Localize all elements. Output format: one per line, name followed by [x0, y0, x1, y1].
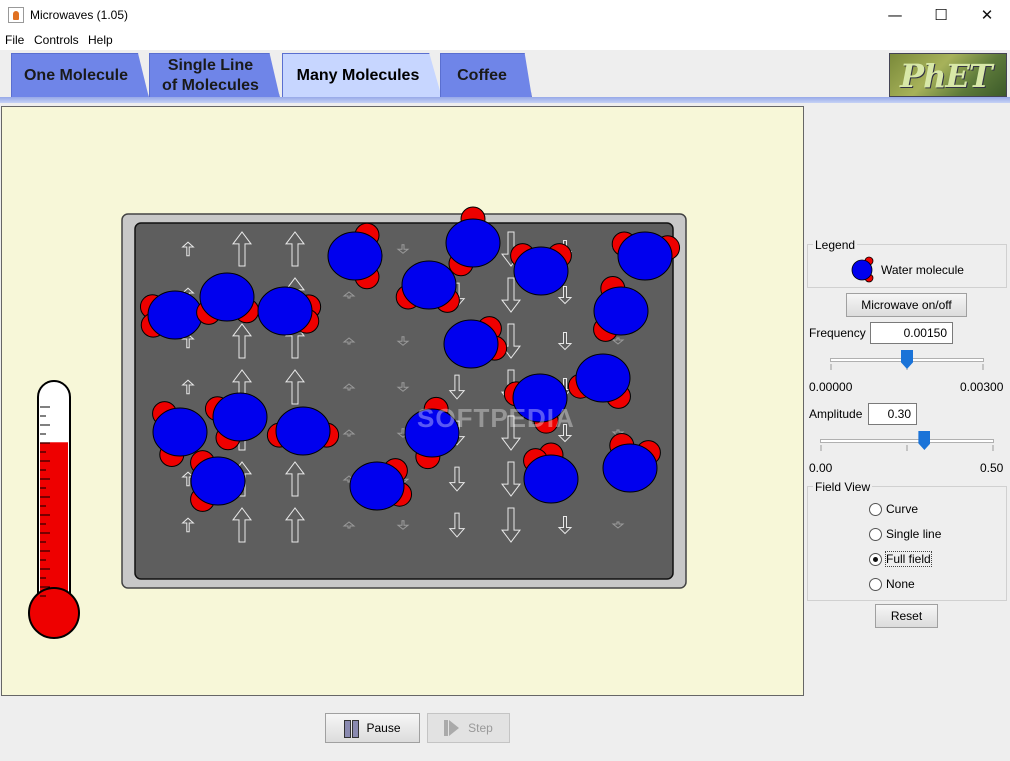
pause-icon	[344, 720, 360, 738]
frequency-min-label: 0.00000	[809, 380, 853, 394]
watermark: SOFTPEDIA	[417, 403, 575, 433]
close-button[interactable]: ✕	[964, 0, 1010, 30]
reset-button[interactable]: Reset	[875, 604, 938, 628]
tab-label: Many Molecules	[296, 67, 420, 84]
field-view-option-full-field[interactable]: Full field	[869, 550, 932, 568]
amplitude-max-label: 0.50	[980, 461, 1004, 475]
tab-coffee[interactable]: Coffee	[440, 53, 532, 98]
window-title: Microwaves (1.05)	[30, 8, 129, 22]
tab-divider	[0, 97, 1010, 103]
radio-button-selected[interactable]	[869, 552, 882, 566]
frequency-label: Frequency	[809, 326, 866, 340]
oxygen-atom	[190, 456, 246, 506]
radio-button[interactable]	[869, 527, 882, 541]
legend-item-label: Water molecule	[881, 263, 964, 277]
maximize-button[interactable]: ☐	[918, 0, 964, 30]
phet-logo[interactable]: PhET	[889, 53, 1007, 97]
radio-label: Curve	[886, 502, 919, 516]
oxygen-atom	[445, 218, 501, 268]
java-app-icon	[8, 7, 24, 23]
radio-label: Single line	[886, 527, 942, 541]
oxygen-atom	[152, 407, 208, 457]
simulation-scene	[28, 206, 687, 639]
radio-button[interactable]	[869, 502, 882, 516]
tab-one-molecule[interactable]: One Molecule	[11, 53, 149, 98]
phet-logo-text: PhET	[900, 57, 993, 95]
oxygen-atom	[593, 286, 649, 336]
tab-strip: One Molecule Single Line of Molecules Man…	[0, 50, 1010, 100]
radio-label: None	[886, 577, 915, 591]
oxygen-atom	[513, 246, 569, 296]
oxygen-atom	[147, 290, 203, 340]
microwave-toggle-button[interactable]: Microwave on/off	[846, 293, 967, 317]
oxygen-atom	[257, 286, 313, 336]
tab-label-line1: Single Line	[167, 57, 254, 74]
simulation-canvas[interactable]: SOFTPEDIA	[1, 106, 804, 696]
menu-controls[interactable]: Controls	[34, 33, 79, 47]
oxygen-atom	[349, 461, 405, 511]
amplitude-field[interactable]: 0.30	[868, 403, 917, 425]
oxygen-atom	[575, 353, 631, 403]
water-molecule[interactable]	[139, 290, 203, 340]
amplitude-slider-ticks	[820, 445, 994, 451]
menu-help[interactable]: Help	[88, 33, 113, 47]
oxygen-atom	[212, 392, 268, 442]
oxygen-atom	[401, 260, 457, 310]
field-view-title: Field View	[813, 480, 873, 494]
oxygen-atom	[602, 443, 658, 493]
pause-button[interactable]: Pause	[325, 713, 420, 743]
menu-file[interactable]: File	[5, 33, 24, 47]
field-view-option-none[interactable]: None	[869, 575, 915, 593]
amplitude-label: Amplitude	[809, 407, 863, 421]
oxygen-atom	[443, 319, 499, 369]
frequency-max-label: 0.00300	[960, 380, 1004, 394]
step-icon	[444, 720, 460, 736]
step-button[interactable]: Step	[427, 713, 510, 743]
tab-label: Single Line of Molecules	[162, 56, 259, 96]
frequency-field[interactable]: 0.00150	[870, 322, 953, 344]
tab-label-line2: of Molecules	[162, 77, 259, 94]
oxygen-atom	[523, 454, 579, 504]
oxygen-atom	[617, 231, 673, 281]
minimize-button[interactable]: —	[872, 0, 918, 30]
step-label: Step	[468, 721, 493, 735]
amplitude-slider-track[interactable]	[820, 439, 994, 443]
water-molecule-icon	[851, 256, 874, 283]
oxygen-atom	[327, 231, 383, 281]
tab-label: One Molecule	[23, 67, 129, 84]
oxygen-atom	[275, 406, 331, 456]
thermometer	[28, 380, 80, 639]
amplitude-min-label: 0.00	[809, 461, 833, 475]
menu-bar: File Controls Help	[0, 30, 1010, 50]
radio-button[interactable]	[869, 577, 882, 591]
tab-label: Coffee	[457, 67, 507, 84]
pause-label: Pause	[366, 721, 401, 735]
field-view-option-curve[interactable]: Curve	[869, 500, 918, 518]
oxygen-atom	[199, 272, 255, 322]
tab-single-line[interactable]: Single Line of Molecules	[149, 53, 280, 98]
radio-label: Full field	[885, 551, 932, 567]
title-bar: Microwaves (1.05) — ☐ ✕	[0, 0, 1010, 30]
legend-title: Legend	[813, 238, 858, 252]
field-view-option-single-line[interactable]: Single line	[869, 525, 941, 543]
tab-many-molecules[interactable]: Many Molecules	[282, 53, 442, 98]
